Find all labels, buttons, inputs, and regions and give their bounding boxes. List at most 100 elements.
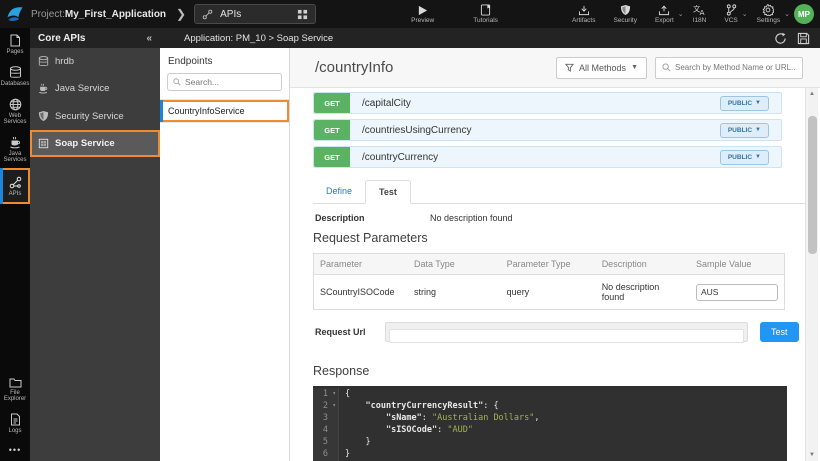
request-url-row: Request Url Test — [315, 322, 805, 342]
vcs-button[interactable]: VCS ⌄ — [715, 4, 747, 24]
visibility-dropdown[interactable]: PUBLIC▼ — [720, 96, 769, 111]
operation-row[interactable]: GET /countryCurrency PUBLIC▼ — [313, 146, 782, 168]
search-icon — [173, 78, 181, 86]
test-button[interactable]: Test — [760, 322, 799, 342]
tab-test[interactable]: Test — [365, 180, 411, 204]
project-breadcrumb[interactable]: Project:My_First_Application — [31, 9, 166, 20]
detail-tabs: Define Test — [313, 180, 805, 204]
top-bar: Project:My_First_Application ❯ APIs Prev… — [0, 0, 820, 28]
core-apis-title: Core APIs — [38, 33, 146, 44]
filter-icon — [565, 63, 574, 72]
cell-description: No description found — [596, 275, 690, 310]
svg-text:A: A — [700, 8, 705, 16]
core-api-label: Security Service — [55, 111, 124, 122]
sample-value-input[interactable] — [696, 284, 778, 301]
core-api-item-hrdb[interactable]: hrdb — [30, 48, 160, 75]
gear-icon — [762, 4, 774, 16]
sidebar-item-web-services[interactable]: Web Services — [0, 92, 30, 130]
collapse-panel-button[interactable]: « — [146, 33, 152, 44]
method-search[interactable] — [655, 57, 803, 79]
api-icon — [9, 176, 22, 189]
endpoint-item-countryinfoservice[interactable]: CountryInfoService — [160, 99, 289, 123]
http-method-badge: GET — [314, 120, 350, 140]
rail-label: Databases — [1, 81, 30, 87]
book-icon — [480, 4, 491, 16]
code-line: 4 "sISOCode": "AUD" — [313, 424, 787, 436]
endpoint-label: CountryInfoService — [160, 100, 289, 122]
operation-row[interactable]: GET /capitalCity PUBLIC▼ — [313, 92, 782, 114]
wavemaker-logo[interactable] — [5, 4, 25, 24]
branch-icon — [726, 4, 737, 16]
coffee-icon — [9, 136, 22, 149]
description-row: Description No description found — [315, 213, 805, 223]
response-code-editor[interactable]: 1▾ { 2▾ "countryCurrencyResult": { 3 "sN… — [313, 386, 787, 461]
database-icon — [38, 56, 49, 67]
artifacts-button[interactable]: Artifacts — [572, 5, 595, 24]
code-line: 5 } — [313, 436, 787, 448]
sidebar-item-java-services[interactable]: Java Services — [0, 130, 30, 168]
export-button[interactable]: Export ⌄ — [646, 5, 684, 24]
tutorials-button[interactable]: Tutorials — [473, 4, 498, 24]
grid-icon[interactable] — [297, 9, 308, 20]
fold-caret-icon[interactable]: ▾ — [329, 388, 336, 400]
workspace-selector[interactable]: APIs — [194, 4, 316, 24]
methods-filter-label: All Methods — [579, 63, 626, 73]
request-url-label: Request Url — [315, 327, 385, 337]
request-url-input[interactable] — [389, 329, 744, 343]
sidebar-item-logs[interactable]: Logs — [0, 407, 30, 439]
settings-chevron-icon: ⌄ — [784, 10, 790, 18]
scroll-up-arrow[interactable]: ▲ — [806, 88, 818, 100]
artifacts-label: Artifacts — [572, 17, 595, 24]
core-api-label: Java Service — [55, 83, 109, 94]
rail-label: Java Services — [0, 151, 30, 163]
visibility-label: PUBLIC — [728, 154, 752, 161]
column-data-type: Data Type — [408, 254, 501, 275]
tab-define[interactable]: Define — [313, 180, 365, 204]
tutorials-label: Tutorials — [473, 17, 498, 24]
upload-icon — [658, 5, 670, 16]
core-api-item-security-service[interactable]: Security Service — [30, 102, 160, 130]
column-parameter-type: Parameter Type — [501, 254, 596, 275]
play-icon — [417, 5, 428, 16]
methods-filter-dropdown[interactable]: All Methods ▼ — [556, 57, 647, 79]
visibility-label: PUBLIC — [728, 100, 752, 107]
column-sample-value: Sample Value — [690, 254, 785, 275]
scroll-down-arrow[interactable]: ▼ — [806, 449, 818, 461]
chevron-down-icon: ▼ — [631, 64, 638, 71]
preview-button[interactable]: Preview — [411, 5, 434, 24]
visibility-dropdown[interactable]: PUBLIC▼ — [720, 123, 769, 138]
sidebar-item-pages[interactable]: Pages — [0, 28, 30, 60]
method-search-input[interactable] — [675, 63, 796, 72]
soap-icon — [38, 138, 49, 149]
table-row: SCountryISOCode string query No descript… — [314, 275, 785, 310]
more-options-button[interactable]: ••• — [0, 439, 30, 461]
i18n-button[interactable]: 文A I18N — [693, 4, 707, 24]
endpoints-search-input[interactable] — [185, 77, 275, 87]
visibility-dropdown[interactable]: PUBLIC▼ — [720, 150, 769, 165]
save-button[interactable] — [797, 32, 810, 45]
rail-label: Web Services — [0, 113, 30, 125]
response-heading: Response — [313, 364, 805, 378]
sidebar-item-databases[interactable]: Databases — [0, 60, 30, 92]
cell-parameter-type: query — [501, 275, 596, 310]
vcs-label: VCS — [724, 17, 737, 24]
endpoints-search[interactable] — [167, 73, 282, 91]
column-description: Description — [596, 254, 690, 275]
operation-path: /capitalCity — [362, 98, 720, 109]
core-api-item-soap-service[interactable]: Soap Service — [30, 130, 160, 157]
fold-caret-icon[interactable]: ▾ — [329, 400, 336, 412]
security-button[interactable]: Security — [613, 4, 636, 24]
chevron-down-icon: ▼ — [755, 100, 761, 106]
scrollbar-thumb[interactable] — [808, 116, 817, 254]
core-api-item-java-service[interactable]: Java Service — [30, 75, 160, 102]
refresh-button[interactable] — [774, 32, 787, 45]
settings-button[interactable]: Settings ⌄ — [748, 4, 790, 24]
vertical-scrollbar[interactable]: ▲ ▼ — [805, 88, 818, 461]
http-method-badge: GET — [314, 93, 350, 113]
sidebar-item-apis[interactable]: APIs — [0, 168, 30, 204]
endpoints-panel: Endpoints CountryInfoService — [160, 48, 290, 461]
operation-row[interactable]: GET /countriesUsingCurrency PUBLIC▼ — [313, 119, 782, 141]
user-avatar[interactable]: MP — [794, 4, 814, 24]
chevron-down-icon: ▼ — [755, 154, 761, 160]
sidebar-item-file-explorer[interactable]: File Explorer — [0, 371, 30, 407]
